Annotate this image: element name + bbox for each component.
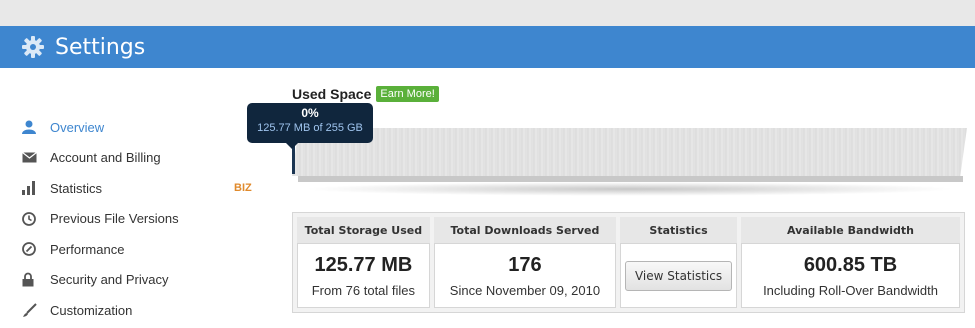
stat-body: 125.77 MB From 76 total files xyxy=(297,243,430,308)
sidebar-item-label: Security and Privacy xyxy=(50,272,169,288)
sidebar-item-security-privacy[interactable]: Security and Privacy xyxy=(22,265,262,296)
stat-sub: Since November 09, 2010 xyxy=(449,283,601,298)
sidebar-item-label: Account and Billing xyxy=(50,150,161,166)
bar-chart-icon xyxy=(22,180,42,196)
stat-header: Available Bandwidth xyxy=(741,217,960,243)
earn-more-button[interactable]: Earn More! xyxy=(376,86,439,102)
sidebar-item-customization[interactable]: Customization xyxy=(22,295,262,326)
usage-tooltip: 0% 125.77 MB of 255 GB xyxy=(247,103,373,143)
tooltip-arrow xyxy=(286,143,298,149)
usage-percent: 0% xyxy=(301,106,319,120)
stat-value: 176 xyxy=(508,254,542,276)
sidebar-item-label: Overview xyxy=(50,119,105,135)
sidebar-item-label: Statistics xyxy=(50,180,103,196)
stat-sub: Including Roll-Over Bandwidth xyxy=(763,283,938,298)
stat-statistics: Statistics View Statistics xyxy=(620,217,738,308)
stat-available-bandwidth: Available Bandwidth 600.85 TB Including … xyxy=(741,217,960,308)
user-icon xyxy=(22,119,42,135)
page-title: Settings xyxy=(55,34,146,60)
stat-header: Total Storage Used xyxy=(297,217,430,243)
stat-header: Total Downloads Served xyxy=(433,217,617,243)
view-statistics-button[interactable]: View Statistics xyxy=(624,260,733,291)
stat-downloads-served: Total Downloads Served 176 Since Novembe… xyxy=(433,217,617,308)
used-space-label: Used Space xyxy=(292,86,372,102)
storage-shelf-bar xyxy=(292,128,967,198)
top-strip xyxy=(0,0,975,26)
lock-icon xyxy=(22,272,42,288)
sidebar-item-account-billing[interactable]: Account and Billing xyxy=(22,143,262,174)
stat-body: 600.85 TB Including Roll-Over Bandwidth xyxy=(741,243,960,308)
stat-value: 125.77 MB xyxy=(314,254,413,276)
stat-sub: From 76 total files xyxy=(311,283,416,298)
stat-value: 600.85 TB xyxy=(803,254,898,276)
sidebar-item-label: Performance xyxy=(50,241,125,257)
sidebar-item-label: Customization xyxy=(50,302,133,318)
clock-icon xyxy=(22,211,42,227)
sidebar-nav: Overview Account and Billing Statistics … xyxy=(22,112,262,326)
stat-header: Statistics xyxy=(620,217,738,243)
shelf-shadow xyxy=(302,182,957,196)
sidebar-item-overview[interactable]: Overview xyxy=(22,112,262,143)
brush-icon xyxy=(22,302,42,318)
sidebar-item-label: Previous File Versions xyxy=(50,211,179,227)
stat-storage-used: Total Storage Used 125.77 MB From 76 tot… xyxy=(297,217,430,308)
usage-amount: 125.77 MB of 255 GB xyxy=(257,122,363,134)
stats-table: Total Storage Used 125.77 MB From 76 tot… xyxy=(292,212,965,313)
shelf-surface xyxy=(292,128,967,176)
biz-badge: BIZ xyxy=(234,182,252,195)
stat-body: 176 Since November 09, 2010 xyxy=(433,243,617,308)
sidebar-item-statistics[interactable]: Statistics BIZ xyxy=(22,173,262,204)
sidebar-item-performance[interactable]: Performance xyxy=(22,234,262,265)
envelope-icon xyxy=(22,150,42,166)
gauge-icon xyxy=(22,241,42,257)
used-space-header: Used Space Earn More! xyxy=(292,86,439,102)
gear-icon xyxy=(19,33,47,61)
settings-header: Settings xyxy=(0,26,975,68)
sidebar-item-previous-file-versions[interactable]: Previous File Versions xyxy=(22,204,262,235)
stat-body: View Statistics xyxy=(620,243,738,308)
